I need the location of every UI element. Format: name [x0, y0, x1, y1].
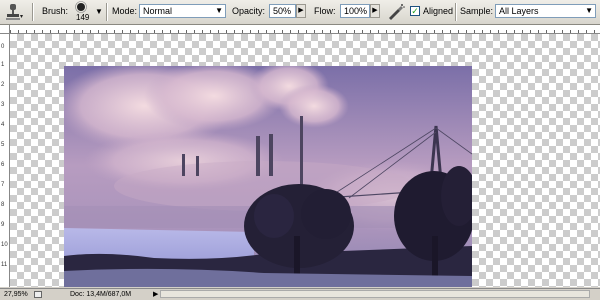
clone-stamp-icon[interactable]	[4, 3, 24, 21]
ruler-number: 0	[1, 44, 5, 50]
ruler-number: 3	[1, 102, 5, 108]
document-image[interactable]	[64, 66, 472, 287]
brush-dropdown-icon[interactable]: ▼	[95, 7, 103, 16]
separator	[32, 3, 34, 21]
ruler-number: 6	[1, 162, 5, 168]
mode-select[interactable]: Normal ▼	[139, 4, 226, 18]
ruler-left[interactable]: 0 1 2 3 4 5 6 7 8 9 10 11	[0, 34, 10, 287]
ruler-number: 2	[1, 82, 5, 88]
ruler-top[interactable]	[10, 25, 600, 34]
ruler-number: 11	[1, 262, 8, 268]
mode-value: Normal	[143, 6, 173, 16]
opacity-slider-button[interactable]: ▶	[296, 4, 306, 18]
aligned-checkbox[interactable]: ✓	[410, 6, 420, 16]
ruler-number: 8	[1, 202, 5, 208]
checkmark-icon: ✓	[411, 6, 419, 16]
sample-value: All Layers	[499, 6, 539, 16]
ruler-number: 7	[1, 182, 5, 188]
ruler-number: 9	[1, 222, 5, 228]
status-menu-arrow-icon[interactable]: ▶	[153, 289, 158, 300]
airbrush-icon[interactable]	[387, 3, 405, 21]
opacity-label: Opacity:	[232, 6, 266, 16]
horizontal-scrollbar[interactable]	[160, 290, 590, 298]
mode-label: Mode:	[112, 6, 138, 16]
ruler-corner[interactable]	[0, 25, 10, 34]
status-info-icon[interactable]	[34, 291, 42, 298]
separator	[455, 3, 457, 21]
chevron-down-icon: ▼	[585, 6, 593, 15]
separator	[106, 3, 108, 21]
document-info: Doc: 13,4M/687,0M	[70, 291, 132, 298]
aligned-label: Aligned	[423, 6, 454, 16]
sample-label: Sample:	[460, 6, 494, 16]
opacity-field[interactable]: 50%	[269, 4, 296, 18]
flow-label: Flow:	[314, 6, 336, 16]
options-bar: Brush: 149 ▼ Mode: Normal ▼ Opacity: 50%…	[0, 0, 600, 25]
ruler-number: 4	[1, 122, 5, 128]
flow-value: 100%	[344, 6, 368, 16]
brush-size: 149	[76, 13, 90, 22]
flow-field[interactable]: 100%	[340, 4, 370, 18]
brush-label: Brush:	[42, 6, 69, 16]
flow-slider-button[interactable]: ▶	[370, 4, 380, 18]
ruler-number: 10	[1, 242, 8, 248]
zoom-level[interactable]: 27,95%	[4, 289, 28, 300]
sample-select[interactable]: All Layers ▼	[495, 4, 596, 18]
ruler-number: 1	[1, 62, 5, 68]
ruler-number: 5	[1, 142, 5, 148]
chevron-down-icon: ▼	[215, 6, 223, 15]
opacity-value: 50%	[273, 6, 292, 16]
